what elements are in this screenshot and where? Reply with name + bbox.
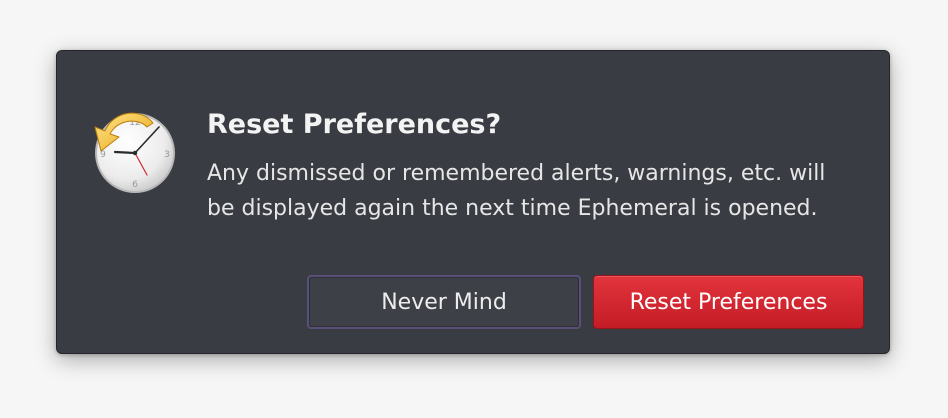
dialog-title: Reset Preferences? bbox=[207, 109, 502, 140]
clock-numeral-3: 3 bbox=[164, 150, 170, 160]
reset-preferences-button[interactable]: Reset Preferences bbox=[593, 275, 864, 329]
clock-numeral-6: 6 bbox=[132, 180, 138, 190]
clock-numeral-9: 9 bbox=[100, 150, 106, 160]
clock-reset-icon: 12 3 6 9 bbox=[87, 105, 183, 197]
dialog-message: Any dismissed or remembered alerts, warn… bbox=[207, 161, 826, 221]
never-mind-button[interactable]: Never Mind bbox=[307, 275, 581, 329]
reset-preferences-dialog: 12 3 6 9 Reset Preferences? Any dismisse… bbox=[56, 50, 890, 354]
